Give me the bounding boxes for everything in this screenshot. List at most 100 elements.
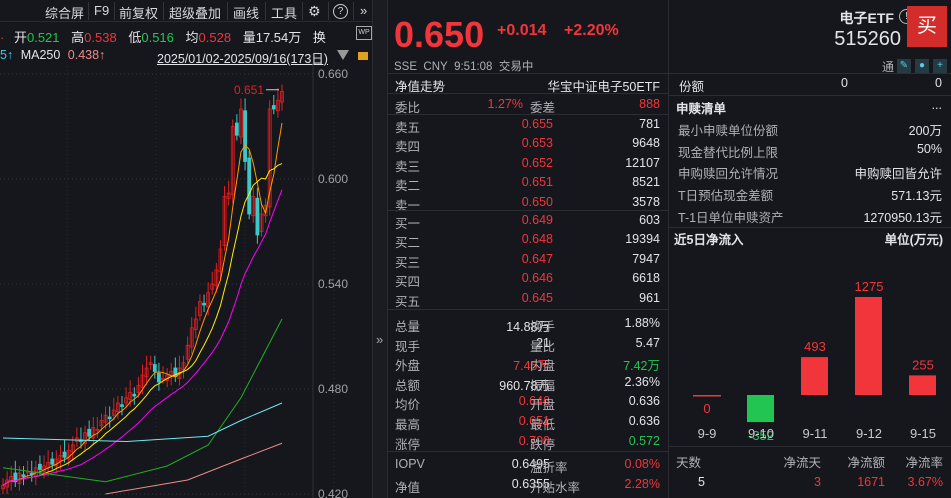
tab-forward-adjust[interactable]: 前复权 (119, 3, 158, 22)
bids-price: 0.647 (521, 251, 553, 266)
security-code: 515260 (834, 28, 901, 50)
avg-value: 0.528 (198, 30, 232, 45)
redemption-value: 200万 (908, 124, 942, 138)
stat-label-2: 量比 (530, 339, 556, 354)
tab-overlay[interactable]: 超级叠加 (169, 3, 221, 22)
redemption-label: 最小申赎单位份额 (678, 124, 779, 138)
bell-icon[interactable]: ● (915, 59, 929, 73)
flow-date-label: 9-10 (748, 426, 774, 441)
redemption-label: T-1日单位申赎资产 (678, 210, 784, 225)
weicha-value: 888 (639, 97, 660, 111)
flow-summary-header: 净流额 (847, 456, 885, 470)
gear-icon[interactable]: ⚙ (308, 3, 321, 20)
candle (21, 474, 26, 477)
question-icon[interactable]: ? (333, 4, 348, 19)
candle (271, 105, 276, 110)
candle (50, 458, 55, 465)
stat-value-2: 0.572 (628, 433, 660, 448)
flow-date-label: 9-12 (856, 426, 882, 441)
redemption-more[interactable]: ... (932, 98, 942, 112)
stat-row: 总量 14.88万 换手 1.88% (388, 314, 668, 334)
wp-icon[interactable]: WP (356, 26, 372, 40)
lock-icon[interactable] (358, 52, 368, 60)
quote-status-line: SSE CNY 9:51:08 交易中 (394, 58, 533, 74)
asks-label: 卖四 (395, 140, 421, 155)
ma-prev-value: 5↑ (0, 48, 14, 62)
bids-row[interactable]: 买一 0.649 603 (388, 211, 668, 231)
flow-bar (747, 395, 774, 423)
asks-label: 卖二 (395, 179, 421, 194)
expand-chevron-icon[interactable]: » (376, 332, 383, 347)
y-tick-label: 0.420 (318, 487, 348, 498)
stat-row: 现手 21 量比 5.47 (388, 334, 668, 354)
asks-row[interactable]: 卖四 0.653 9648 (388, 134, 668, 155)
quote-time: 9:51:08 (454, 61, 493, 73)
asks-row[interactable]: 卖一 0.650 3578 (388, 193, 668, 213)
stat-label-2: 开盘 (530, 398, 556, 413)
bids-row[interactable]: 买二 0.648 19394 (388, 230, 668, 250)
y-tick-label: 0.600 (318, 172, 348, 186)
flow-summary-header: 天数 (676, 456, 702, 470)
tab-tools[interactable]: 工具 (271, 3, 297, 22)
flow-summary-value: 1671 (857, 475, 885, 489)
asks-row[interactable]: 卖五 0.655 781 (388, 115, 668, 135)
redemption-row: T日预估现金差额 571.13元 (669, 183, 951, 203)
flow-value-label: 493 (804, 339, 826, 354)
candle (255, 197, 260, 236)
redemption-label: T日预估现金差额 (678, 189, 774, 204)
price-change-pct: +2.20% (564, 22, 619, 39)
stat-label: 最高 (395, 418, 421, 432)
stat-label-2: 最低 (530, 418, 556, 432)
asks-row[interactable]: 卖二 0.651 8521 (388, 173, 668, 194)
buy-button[interactable]: 买 (907, 6, 947, 47)
asks-price: 0.655 (521, 117, 553, 131)
currency: CNY (423, 61, 448, 73)
candle (247, 157, 252, 215)
price-change: +0.014 (497, 22, 547, 39)
asks-row[interactable]: 卖三 0.652 12107 (388, 154, 668, 174)
tab-overview[interactable]: 综合屏 (45, 3, 84, 22)
stat-label-2: 内盘 (530, 359, 556, 374)
panel-divider[interactable]: » (372, 0, 388, 498)
stat-value-2: 2.28% (624, 477, 660, 491)
plus-icon[interactable]: + (933, 59, 947, 73)
redemption-row: T-1日单位申赎资产 1270950.13元 (669, 205, 951, 225)
bids-row[interactable]: 买三 0.647 7947 (388, 250, 668, 270)
redemption-value: 1270950.13元 (863, 210, 942, 225)
y-tick-label: 0.540 (318, 277, 348, 291)
low-label: 低 (128, 30, 142, 45)
stat-value-2: 7.42万 (623, 359, 660, 374)
candle (120, 404, 124, 407)
shares-value-2: 0 (935, 76, 942, 90)
redemption-row: 申购赎回允许情况 申购赎回皆允许 (669, 161, 951, 181)
stat-value-2: 0.636 (628, 394, 660, 409)
pencil-icon[interactable]: ✎ (897, 59, 911, 73)
stat-value-2: 1.88% (624, 316, 660, 330)
bids-row[interactable]: 买四 0.646 6618 (388, 269, 668, 289)
bids-label: 买五 (395, 294, 421, 309)
bids-price: 0.646 (521, 271, 553, 286)
volume-label: 量 (242, 30, 256, 45)
flow-summary-header: 净流率 (905, 456, 943, 470)
tab-draw[interactable]: 画线 (233, 3, 259, 22)
last-price: 0.650 (394, 14, 485, 55)
bids-volume: 7947 (632, 251, 660, 266)
flow-value-label: 0 (703, 401, 710, 416)
volume-value: 17.54万 (255, 30, 302, 45)
flow-date-label: 9-11 (802, 426, 827, 441)
bids-price: 0.645 (521, 290, 553, 305)
bids-volume: 603 (639, 213, 660, 227)
stat-label: 外盘 (395, 359, 421, 374)
tab-f9[interactable]: F9 (94, 3, 109, 18)
shares-label: 份额 (679, 80, 705, 94)
dropdown-triangle-icon[interactable] (337, 50, 349, 60)
flow-bar (693, 395, 721, 397)
bids-row[interactable]: 买五 0.645 961 (388, 289, 668, 309)
bids-label: 买一 (395, 217, 421, 231)
stat-label: 总额 (395, 378, 421, 393)
stat-label: 净值 (395, 481, 421, 495)
stat-label-2: 振幅 (530, 378, 556, 393)
candlestick-chart[interactable]: 0.660 0.600 0.540 0.480 0.420 0.651 (0, 62, 372, 498)
avg-label: 均 (185, 30, 199, 45)
double-chevron-right-icon[interactable]: » (360, 3, 367, 18)
